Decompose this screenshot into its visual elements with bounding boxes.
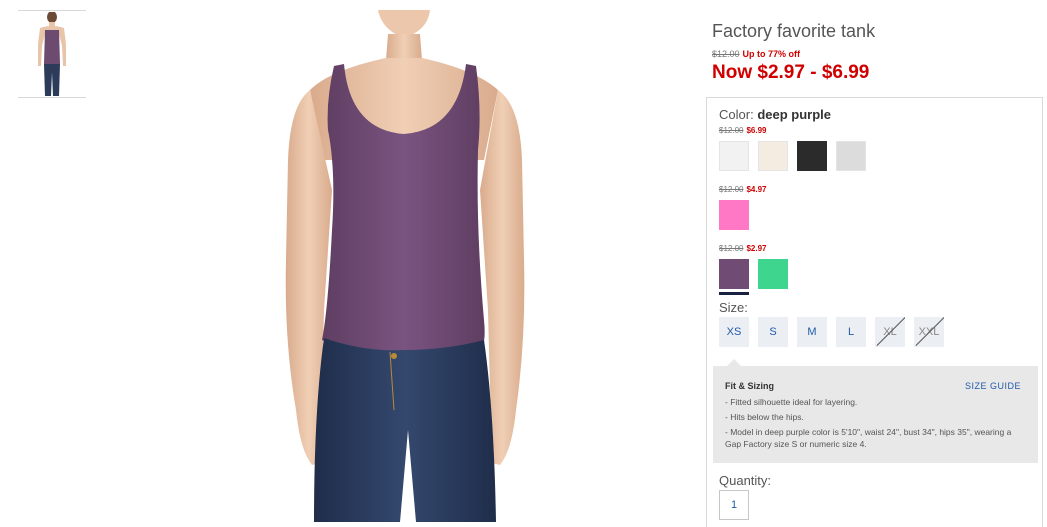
- original-price: $12.00: [712, 49, 740, 59]
- model-thumbnail-image: [38, 12, 66, 96]
- fit-sizing-box: Fit & Sizing SIZE GUIDE - Fitted silhoue…: [713, 359, 1038, 463]
- discount-text: Up to 77% off: [742, 49, 801, 59]
- product-thumbnail[interactable]: [18, 11, 86, 97]
- color-label: Color: deep purple: [719, 107, 831, 122]
- color-swatch-green[interactable]: [758, 259, 788, 289]
- size-option-xl-unavailable[interactable]: XL: [875, 317, 905, 347]
- model-image: [285, 10, 525, 522]
- color-swatch-black[interactable]: [797, 141, 827, 171]
- size-option-s[interactable]: S: [758, 317, 788, 347]
- size-option-m[interactable]: M: [797, 317, 827, 347]
- size-option-xxl-unavailable[interactable]: XXL: [914, 317, 944, 347]
- color-swatch-pink[interactable]: [719, 200, 749, 230]
- quantity-field[interactable]: 1: [719, 490, 749, 520]
- color-swatch-deep-purple[interactable]: [719, 259, 749, 289]
- color-swatch-heather-gray[interactable]: [836, 141, 866, 171]
- selected-color-name: deep purple: [757, 107, 831, 122]
- fit-sizing-title: Fit & Sizing: [725, 381, 774, 391]
- thumbnail-rail: [18, 10, 86, 98]
- fit-detail-item: - Fitted silhouette ideal for layering.: [725, 397, 858, 407]
- quantity-label: Quantity:: [719, 473, 772, 488]
- color-tier-price-2: $12.00 $4.97: [719, 185, 767, 194]
- fit-detail-item: - Hits below the hips.: [725, 412, 804, 422]
- color-tier-price-3: $12.00 $2.97: [719, 244, 767, 253]
- sale-price-range: Now $2.97 - $6.99: [712, 62, 870, 83]
- color-swatch-cream[interactable]: [758, 141, 788, 171]
- color-swatch-white[interactable]: [719, 141, 749, 171]
- size-option-xs[interactable]: XS: [719, 317, 749, 347]
- size-option-l[interactable]: L: [836, 317, 866, 347]
- selected-swatch-indicator: [719, 292, 749, 295]
- fit-details-list: - Fitted silhouette ideal for layering. …: [725, 396, 1025, 453]
- product-options-panel: Color: deep purple $12.00 $6.99 $12.00 $4.…: [706, 97, 1043, 527]
- price-summary: $12.00 Up to 77% off: [712, 49, 800, 59]
- size-label: Size:: [719, 300, 748, 315]
- product-main-image: [270, 10, 540, 522]
- product-title: Factory favorite tank: [712, 21, 876, 41]
- thumbnail-divider-bottom: [18, 97, 86, 98]
- size-guide-link[interactable]: SIZE GUIDE: [965, 381, 1021, 391]
- color-tier-price-1: $12.00 $6.99: [719, 126, 767, 135]
- fit-detail-item: - Model in deep purple color is 5'10", w…: [725, 427, 1012, 449]
- fit-box-pointer: [727, 359, 741, 366]
